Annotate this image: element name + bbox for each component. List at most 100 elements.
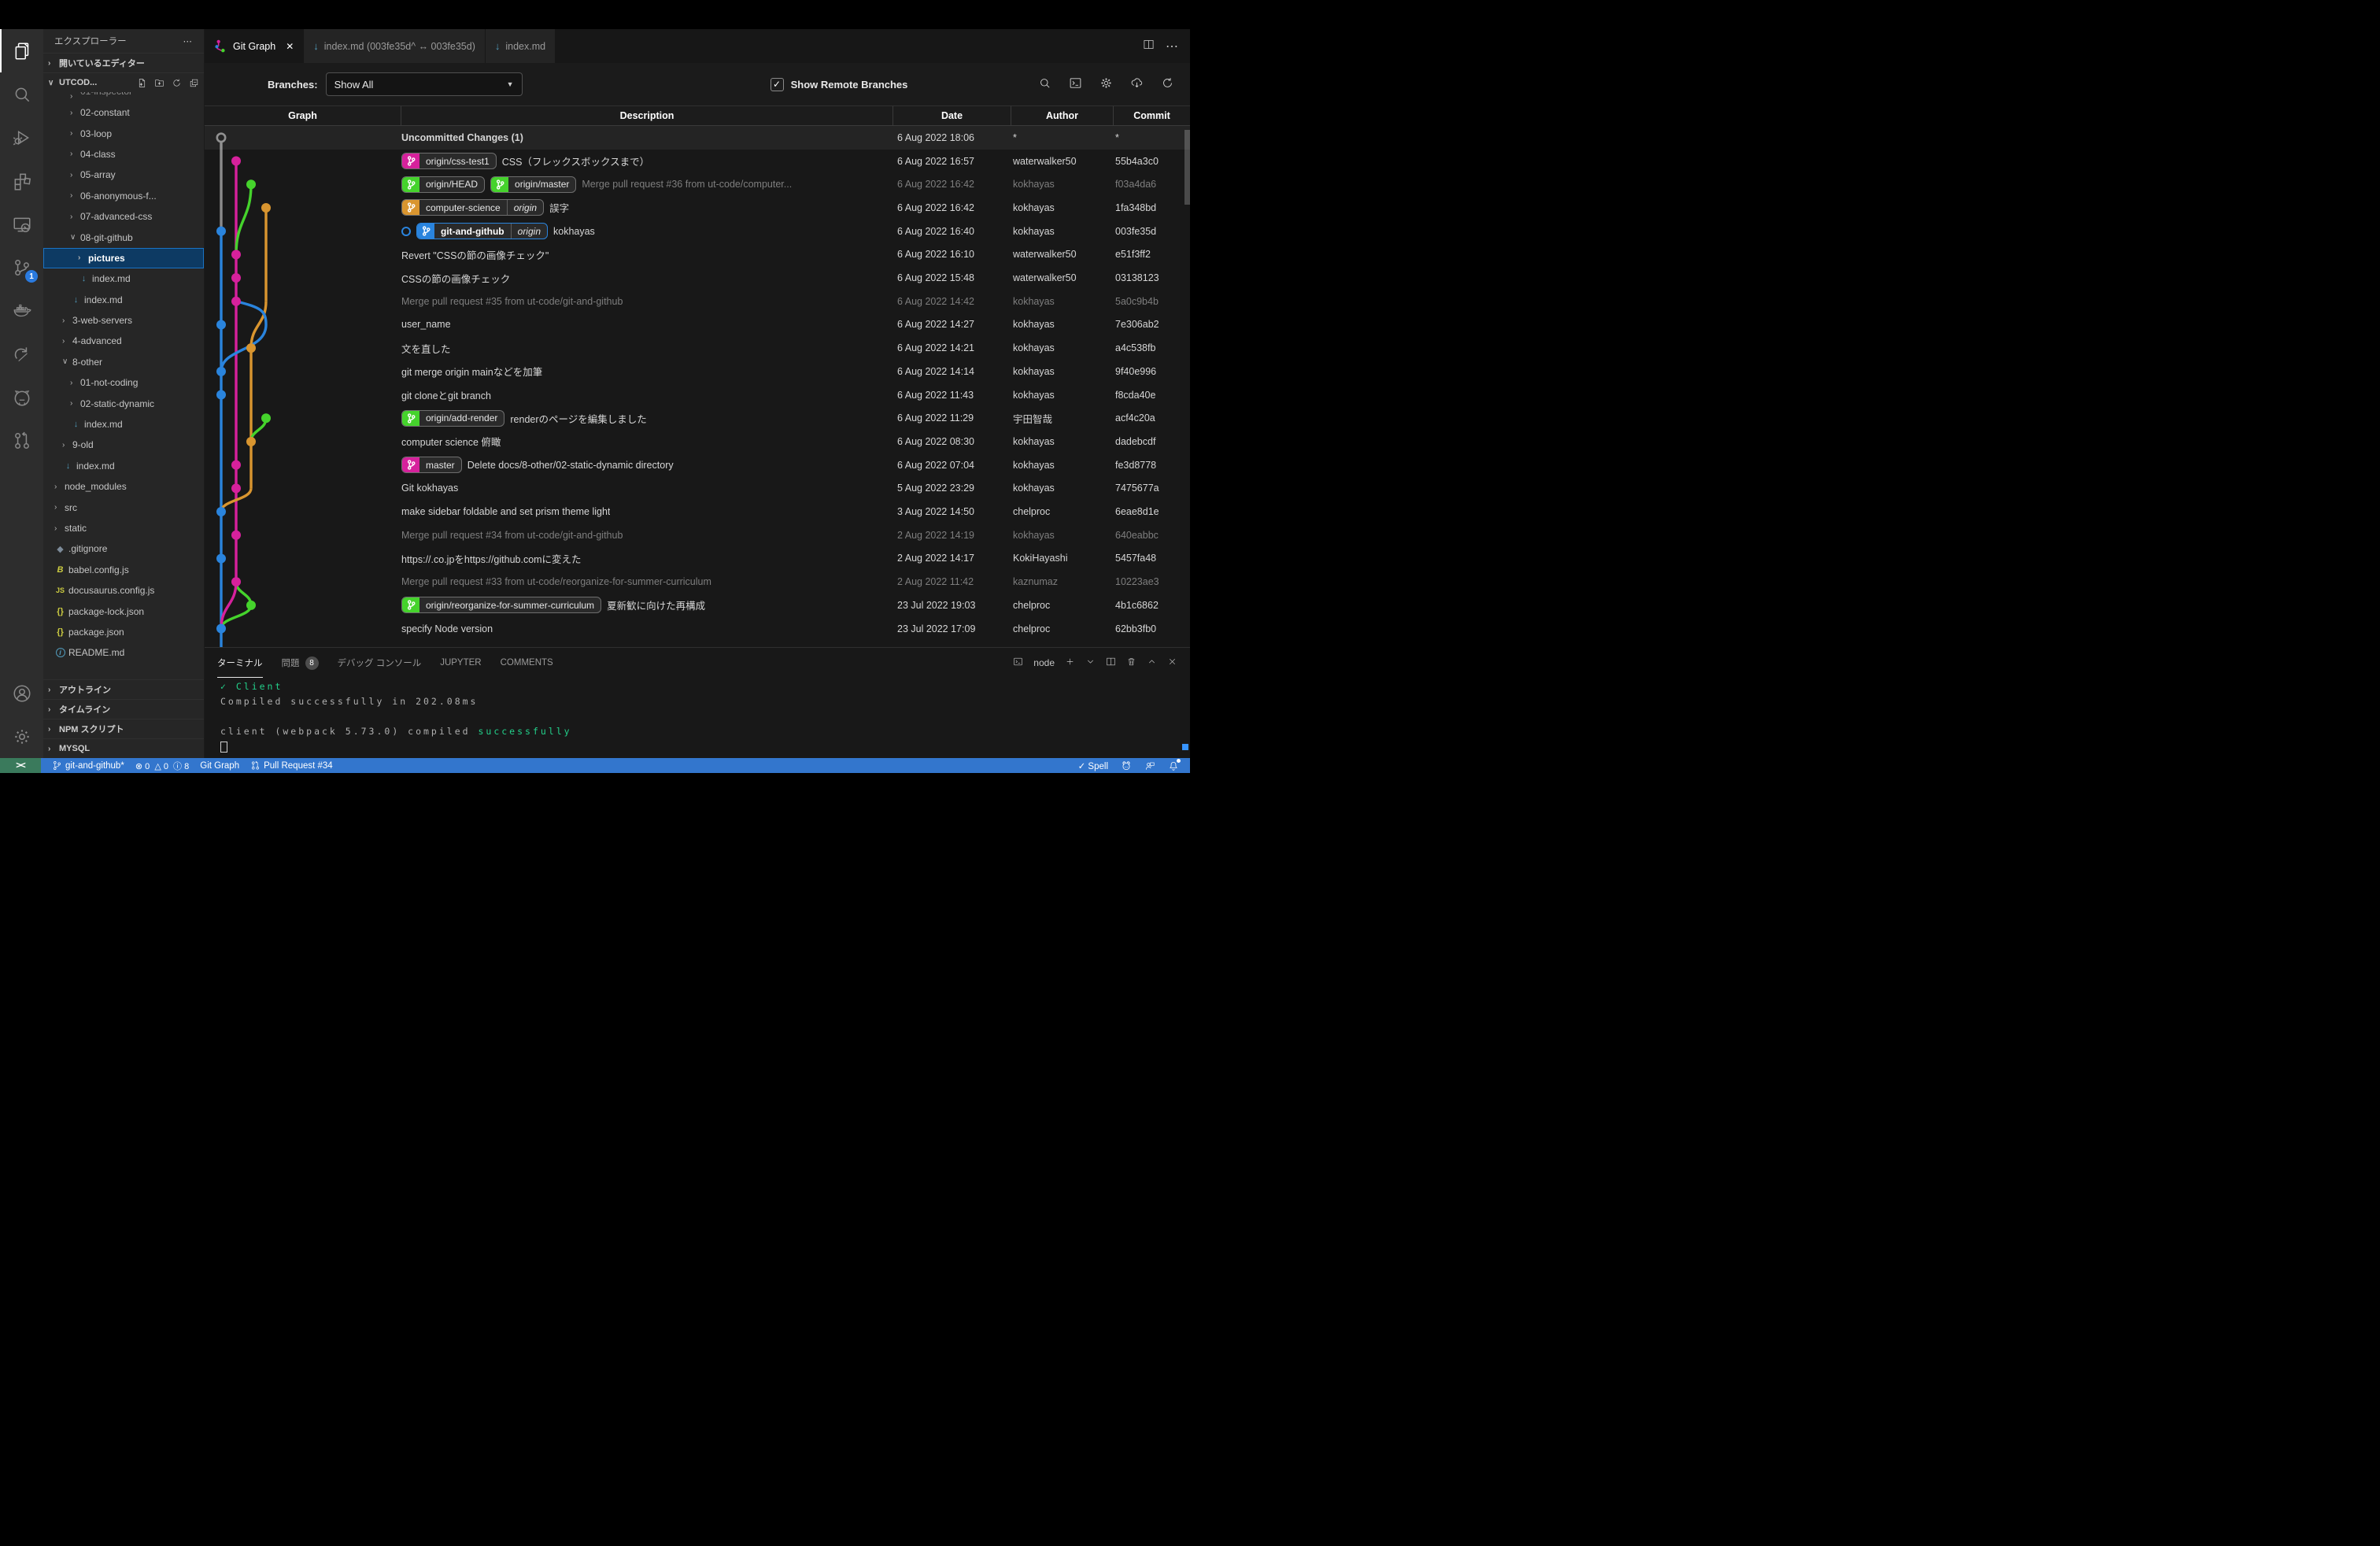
commit-row-a4c538fb[interactable]: 文を直した 6 Aug 2022 14:21 kokhayas a4c538fb: [205, 336, 1190, 360]
activity-files-icon[interactable]: [0, 29, 43, 72]
commit-row-55b4a3c0[interactable]: origin/css-test1CSS（フレックスボックスまで） 6 Aug 2…: [205, 150, 1190, 173]
tree-folder-static[interactable]: ›static: [43, 518, 204, 538]
branch-chip-master[interactable]: master: [401, 457, 462, 473]
tree-folder-04-class[interactable]: ›04-class: [43, 144, 204, 165]
toolbar-search-icon[interactable]: [1038, 76, 1051, 92]
tree-file-package-lock-json[interactable]: {}package-lock.json: [43, 601, 204, 621]
tree-file-index-md[interactable]: ↓index.md: [43, 456, 204, 476]
tree-folder-03-loop[interactable]: ›03-loop: [43, 123, 204, 143]
tree-folder-05-array[interactable]: ›05-array: [43, 165, 204, 185]
status-pet-icon[interactable]: [1121, 760, 1132, 771]
status-spell-checker[interactable]: ✓ Spell: [1078, 760, 1108, 771]
toolbar-terminal-icon[interactable]: [1069, 76, 1082, 92]
branch-chip-origin-add-render[interactable]: origin/add-render: [401, 410, 504, 427]
tree-folder-01-not-coding[interactable]: ›01-not-coding: [43, 372, 204, 393]
commit-row-62bb3fb0[interactable]: specify Node version 23 Jul 2022 17:09 c…: [205, 617, 1190, 641]
tree-folder-06-anonymous-f-[interactable]: ›06-anonymous-f...: [43, 186, 204, 206]
branch-chip-origin-master[interactable]: origin/master: [490, 176, 576, 193]
activity-remote-explorer-icon[interactable]: [0, 202, 43, 246]
commit-row-6eae8d1e[interactable]: make sidebar foldable and set prism them…: [205, 500, 1190, 523]
commit-row-7475677a[interactable]: Git kokhayas 5 Aug 2022 23:29 kokhayas 7…: [205, 477, 1190, 501]
tree-folder-9-old[interactable]: ›9-old: [43, 435, 204, 455]
commit-row-7e306ab2[interactable]: user_name 6 Aug 2022 14:27 kokhayas 7e30…: [205, 313, 1190, 337]
activity-settings-gear-icon[interactable]: [0, 715, 43, 758]
commit-row-640eabbc[interactable]: Merge pull request #34 from ut-code/git-…: [205, 523, 1190, 547]
toolbar-gear-icon[interactable]: [1099, 76, 1113, 92]
commit-row-e51f3ff2[interactable]: Revert "CSSの節の画像チェック" 6 Aug 2022 16:10 w…: [205, 243, 1190, 267]
status-feedback-icon[interactable]: [1144, 760, 1155, 771]
tree-folder-4-advanced[interactable]: ›4-advanced: [43, 331, 204, 351]
sidebar-section-mysql[interactable]: ›MYSQL: [43, 738, 204, 758]
tab-git-graph[interactable]: Git Graph✕: [205, 29, 304, 63]
close-icon[interactable]: ✕: [286, 41, 294, 52]
open-editors-section[interactable]: › 開いているエディター: [43, 53, 204, 72]
commit-row-*[interactable]: Uncommitted Changes (1) 6 Aug 2022 18:06…: [205, 126, 1190, 150]
status-git-and-github-[interactable]: git-and-github*: [52, 760, 124, 771]
activity-source-control-icon[interactable]: 1: [0, 246, 43, 289]
commit-row-f8cda40e[interactable]: git cloneとgit branch 6 Aug 2022 11:43 ko…: [205, 383, 1190, 407]
tree-folder-02-constant[interactable]: ›02-constant: [43, 102, 204, 123]
commit-row-dadebcdf[interactable]: computer science 俯瞰 6 Aug 2022 08:30 kok…: [205, 430, 1190, 453]
commit-row-10223ae3[interactable]: Merge pull request #33 from ut-code/reor…: [205, 570, 1190, 594]
commit-row-fe3d8778[interactable]: masterDelete docs/8-other/02-static-dyna…: [205, 453, 1190, 477]
activity-extensions-icon[interactable]: [0, 159, 43, 202]
tab-index-md[interactable]: ↓index.md: [486, 29, 556, 63]
maximize-panel-icon[interactable]: [1147, 656, 1157, 669]
terminal-dropdown-icon[interactable]: [1085, 656, 1096, 669]
sidebar-section-npm-[interactable]: ›NPM スクリプト: [43, 719, 204, 738]
panel-tab-問題[interactable]: 問題8: [282, 648, 319, 678]
panel-tab-COMMENTS[interactable]: COMMENTS: [501, 648, 553, 678]
tree-folder-node-modules[interactable]: ›node_modules: [43, 476, 204, 497]
tree-file-index-md[interactable]: ↓index.md: [43, 268, 204, 289]
sidebar-section--[interactable]: ›アウトライン: [43, 679, 204, 699]
commit-row-5457fa48[interactable]: https://.co.jpをhttps://github.comに変えた 2 …: [205, 547, 1190, 571]
branch-chip-origin-HEAD[interactable]: origin/HEAD: [401, 176, 485, 193]
commit-row-1fa348bd[interactable]: computer-scienceorigin誤字 6 Aug 2022 16:4…: [205, 196, 1190, 220]
branch-chip-origin-reorganize-for-summer-curriculum[interactable]: origin/reorganize-for-summer-curriculum: [401, 597, 601, 613]
branch-chip-computer-science[interactable]: computer-scienceorigin: [401, 199, 544, 216]
split-editor-icon[interactable]: [1143, 39, 1155, 54]
tree-file-babel-config-js[interactable]: Bbabel.config.js: [43, 560, 204, 580]
tree-file-index-md[interactable]: ↓index.md: [43, 414, 204, 435]
tree-folder-01-inspector[interactable]: ›01-inspector: [43, 92, 204, 102]
close-panel-icon[interactable]: [1167, 656, 1177, 669]
status-git-graph[interactable]: Git Graph: [200, 761, 239, 771]
commit-row-f03a4da6[interactable]: origin/HEADorigin/masterMerge pull reque…: [205, 172, 1190, 196]
toolbar-refresh-icon[interactable]: [1161, 76, 1174, 92]
show-remote-branches-checkbox[interactable]: ✓: [771, 78, 784, 91]
commit-row-acf4c20a[interactable]: origin/add-renderrenderのページを編集しました 6 Aug…: [205, 406, 1190, 430]
explorer-more-icon[interactable]: ⋯: [183, 35, 194, 46]
commit-row-4b1c6862[interactable]: origin/reorganize-for-summer-curriculum夏…: [205, 594, 1190, 617]
tab-index-md-003fe35d-003fe35d-[interactable]: ↓index.md (003fe35d^ ↔ 003fe35d): [304, 29, 486, 63]
new-terminal-icon[interactable]: [1065, 656, 1075, 669]
tree-folder-07-advanced-css[interactable]: ›07-advanced-css: [43, 206, 204, 227]
status-bell-icon[interactable]: [1168, 760, 1179, 771]
branch-chip-git-and-github[interactable]: git-and-githuborigin: [416, 223, 548, 239]
tree-file-docusaurus-config-js[interactable]: JSdocusaurus.config.js: [43, 580, 204, 601]
branches-dropdown[interactable]: Show All ▼: [326, 72, 523, 96]
tree-folder-02-static-dynamic[interactable]: ›02-static-dynamic: [43, 393, 204, 413]
status-pull-request-#34[interactable]: Pull Request #34: [250, 760, 333, 771]
branch-chip-origin-css-test1[interactable]: origin/css-test1: [401, 153, 497, 169]
status-0-0-8[interactable]: ⊗ 0 △ 0 ⓘ 8: [135, 760, 189, 772]
activity-account-icon[interactable]: [0, 671, 43, 715]
terminal-output[interactable]: ✓ Client Compiled successfully in 202.08…: [205, 678, 1190, 758]
remote-indicator[interactable]: ><: [0, 758, 41, 773]
workspace-section-header[interactable]: ∨ UTCOD...: [43, 72, 204, 92]
editor-more-icon[interactable]: ⋯: [1166, 39, 1179, 54]
tree-file--gitignore[interactable]: ◆.gitignore: [43, 538, 204, 559]
activity-pull-request-icon[interactable]: [0, 419, 43, 462]
split-terminal-icon[interactable]: [1106, 656, 1116, 669]
panel-tab-タ-ミナル[interactable]: ターミナル: [217, 648, 263, 678]
panel-tab-JUPYTER[interactable]: JUPYTER: [440, 648, 481, 678]
tree-file-readme-md[interactable]: iREADME.md: [43, 642, 204, 663]
tree-folder-8-other[interactable]: ∨8-other: [43, 352, 204, 372]
activity-github-icon[interactable]: [0, 375, 43, 419]
tree-folder-src[interactable]: ›src: [43, 497, 204, 517]
sidebar-section--[interactable]: ›タイムライン: [43, 699, 204, 719]
commit-row-9f40e996[interactable]: git merge origin mainなどを加筆 6 Aug 2022 14…: [205, 360, 1190, 383]
tree-file-package-json[interactable]: {}package.json: [43, 622, 204, 642]
commit-row-03138123[interactable]: CSSの節の画像チェック 6 Aug 2022 15:48 waterwalke…: [205, 266, 1190, 290]
terminal-shell-label[interactable]: node: [1033, 657, 1055, 668]
activity-redo-arrow-icon[interactable]: [0, 332, 43, 375]
